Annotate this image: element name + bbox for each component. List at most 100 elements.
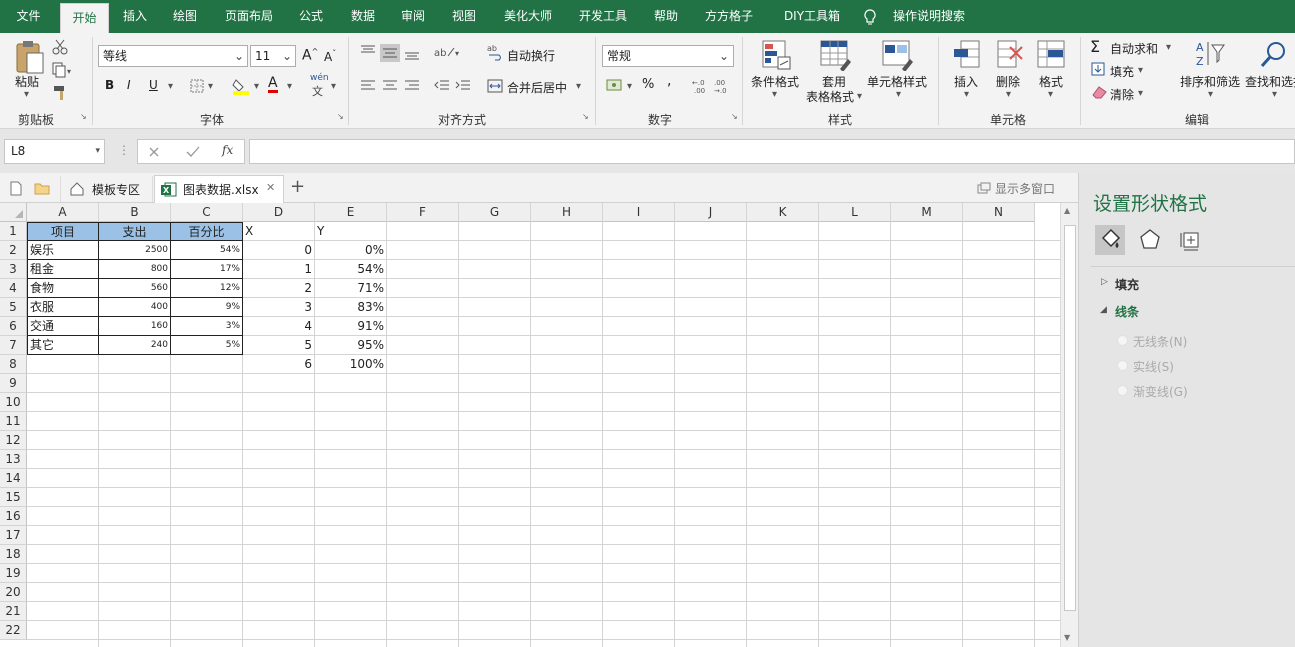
format-painter-icon[interactable] xyxy=(52,85,70,101)
column-header-k[interactable]: K xyxy=(747,203,819,222)
cell-a3[interactable]: 租金 xyxy=(27,260,99,279)
cell-c4[interactable]: 12% xyxy=(171,279,243,298)
orientation-icon[interactable]: ab ▾ xyxy=(434,44,462,60)
shrink-font-button[interactable]: Aˇ xyxy=(324,49,336,64)
scroll-thumb[interactable] xyxy=(1064,225,1076,611)
cell-e8[interactable]: 100% xyxy=(315,355,386,374)
tab-file[interactable]: 文件 xyxy=(0,0,57,33)
align-left-icon[interactable] xyxy=(360,79,376,93)
increase-decimal-icon[interactable]: ←.0.00 xyxy=(692,77,708,95)
row-header-18[interactable]: 18 xyxy=(0,545,27,564)
tab-draw[interactable]: 绘图 xyxy=(162,0,208,33)
new-file-icon[interactable] xyxy=(10,181,22,196)
paste-button[interactable]: 粘贴 xyxy=(15,73,39,90)
clear-button[interactable]: 清除 xyxy=(1110,86,1134,103)
select-all-corner[interactable] xyxy=(0,203,27,222)
row-header-12[interactable]: 12 xyxy=(0,431,27,450)
row-header-10[interactable]: 10 xyxy=(0,393,27,412)
cut-icon[interactable] xyxy=(52,39,68,55)
fill-line-tab[interactable] xyxy=(1095,225,1125,255)
cell-styles-dropdown-icon[interactable]: ▾ xyxy=(896,89,901,100)
vertical-scrollbar[interactable]: ▲ ▼ xyxy=(1060,203,1078,647)
format-as-table-dropdown-icon[interactable]: ▾ xyxy=(857,91,862,102)
wrap-text-button[interactable]: 自动换行 xyxy=(507,47,555,64)
column-header-h[interactable]: H xyxy=(531,203,603,222)
collapse-line-icon[interactable]: ◢ xyxy=(1100,305,1107,315)
decrease-indent-icon[interactable] xyxy=(434,79,450,93)
open-folder-icon[interactable] xyxy=(34,182,50,195)
row-header-2[interactable]: 2 xyxy=(0,241,27,260)
underline-button[interactable]: U xyxy=(149,78,158,92)
row-header-7[interactable]: 7 xyxy=(0,336,27,355)
cell-b1[interactable]: 支出 xyxy=(99,222,171,241)
border-dropdown-icon[interactable]: ▾ xyxy=(208,81,213,92)
conditional-formatting-button[interactable]: 条件格式 xyxy=(751,73,799,90)
row-header-6[interactable]: 6 xyxy=(0,317,27,336)
cell-e1[interactable]: Y xyxy=(315,222,386,241)
tab-developer[interactable]: 开发工具 xyxy=(567,0,639,33)
currency-dropdown-icon[interactable]: ▾ xyxy=(627,81,632,92)
fill-button[interactable]: 填充 xyxy=(1110,63,1134,80)
find-dropdown-icon[interactable]: ▾ xyxy=(1272,89,1277,100)
number-launcher-icon[interactable]: ↘ xyxy=(731,112,738,121)
cell-e2[interactable]: 0% xyxy=(315,241,386,260)
column-header-d[interactable]: D xyxy=(243,203,315,222)
fill-section-header[interactable]: 填充 xyxy=(1115,276,1139,293)
no-line-radio[interactable] xyxy=(1117,335,1128,346)
row-header-19[interactable]: 19 xyxy=(0,564,27,583)
column-header-g[interactable]: G xyxy=(459,203,531,222)
row-header-3[interactable]: 3 xyxy=(0,260,27,279)
sort-filter-icon[interactable]: AZ xyxy=(1194,39,1226,69)
phonetic-dropdown-icon[interactable]: ▾ xyxy=(331,81,336,92)
paste-icon[interactable] xyxy=(14,39,46,75)
number-format-select[interactable]: 常规 ⌄ xyxy=(602,45,734,67)
fill-color-dropdown-icon[interactable]: ▾ xyxy=(254,81,259,92)
alignment-launcher-icon[interactable]: ↘ xyxy=(582,112,589,121)
comma-style-button[interactable]: , xyxy=(667,73,671,89)
column-header-b[interactable]: B xyxy=(99,203,171,222)
column-header-j[interactable]: J xyxy=(675,203,747,222)
row-header-1[interactable]: 1 xyxy=(0,222,27,241)
row-header-14[interactable]: 14 xyxy=(0,469,27,488)
show-multi-window-button[interactable]: 显示多窗口 xyxy=(995,180,1055,197)
tab-page-layout[interactable]: 页面布局 xyxy=(214,0,284,33)
format-cells-icon[interactable] xyxy=(1036,39,1066,69)
wrap-text-icon[interactable]: ab xyxy=(487,43,505,61)
cell-styles-icon[interactable] xyxy=(882,39,914,71)
cell-e7[interactable]: 95% xyxy=(315,336,386,355)
row-header-21[interactable]: 21 xyxy=(0,602,27,621)
find-select-button[interactable]: 查找和选择 xyxy=(1245,73,1295,90)
row-header-15[interactable]: 15 xyxy=(0,488,27,507)
clipboard-launcher-icon[interactable]: ↘ xyxy=(80,112,87,121)
decrease-decimal-icon[interactable]: .00→.0 xyxy=(714,77,730,95)
name-box[interactable]: L8 ▾ xyxy=(4,139,105,164)
cell-a2[interactable]: 娱乐 xyxy=(27,241,99,260)
format-dropdown-icon[interactable]: ▾ xyxy=(1048,89,1053,100)
merge-center-icon[interactable] xyxy=(487,78,503,94)
tab-review[interactable]: 审阅 xyxy=(390,0,436,33)
insert-cells-icon[interactable] xyxy=(953,39,981,69)
cell-b2[interactable]: 2500 xyxy=(99,241,171,260)
insert-dropdown-icon[interactable]: ▾ xyxy=(964,89,969,100)
column-header-f[interactable]: F xyxy=(387,203,459,222)
font-name-select[interactable]: 等线 ⌄ xyxy=(98,45,248,67)
bold-button[interactable]: B xyxy=(105,78,114,92)
conditional-formatting-icon[interactable] xyxy=(762,39,792,71)
tab-insert[interactable]: 插入 xyxy=(112,0,158,33)
cell-c5[interactable]: 9% xyxy=(171,298,243,317)
align-bottom-icon[interactable] xyxy=(404,44,420,62)
cell-b7[interactable]: 240 xyxy=(99,336,171,355)
row-header-4[interactable]: 4 xyxy=(0,279,27,298)
font-color-button[interactable]: A xyxy=(268,76,278,93)
gradient-line-radio[interactable] xyxy=(1117,385,1128,396)
merge-center-button[interactable]: 合并后居中 xyxy=(507,79,567,96)
cell-a4[interactable]: 食物 xyxy=(27,279,99,298)
autosum-dropdown-icon[interactable]: ▾ xyxy=(1166,42,1171,53)
file-tab-active[interactable]: X 图表数据.xlsx ✕ xyxy=(154,175,284,203)
size-properties-icon[interactable] xyxy=(1179,228,1203,252)
fill-dropdown-icon[interactable]: ▾ xyxy=(1138,65,1143,76)
tab-view[interactable]: 视图 xyxy=(441,0,487,33)
cell-d5[interactable]: 3 xyxy=(243,298,314,317)
delete-dropdown-icon[interactable]: ▾ xyxy=(1006,89,1011,100)
row-header-5[interactable]: 5 xyxy=(0,298,27,317)
